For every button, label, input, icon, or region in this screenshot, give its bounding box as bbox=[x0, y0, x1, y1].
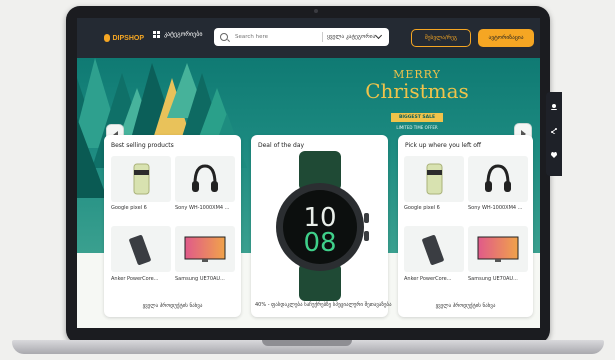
headphones-image bbox=[485, 164, 511, 192]
categories-button[interactable]: კატეგორიები bbox=[153, 31, 202, 38]
phone-image bbox=[133, 163, 150, 195]
tv-image bbox=[477, 236, 519, 262]
product-tile-anker-powercore[interactable] bbox=[111, 226, 171, 272]
logo-mark bbox=[104, 34, 111, 42]
phone-image bbox=[426, 163, 443, 195]
see-all-link[interactable]: ყველა პროდუქტის ნახვა bbox=[104, 303, 241, 309]
webcam bbox=[314, 9, 318, 13]
product-tile-sony-headphones[interactable] bbox=[468, 156, 528, 202]
product-label[interactable]: Anker PowerCore... bbox=[404, 276, 452, 282]
tv-image bbox=[184, 236, 226, 262]
best-selling-card: Best selling products Google pixel 6 Son… bbox=[104, 135, 241, 317]
deal-caption[interactable]: 40% - ფასდაკლება საჩუქრებზე სპეციალური შ… bbox=[255, 302, 392, 308]
logo[interactable]: DIPSHOP bbox=[104, 32, 144, 44]
deal-title: Deal of the day bbox=[258, 142, 305, 149]
screen: DIPSHOP კატეგორიები ყველა კატეგორია შესვ… bbox=[77, 18, 540, 328]
promo-badge: BIGGEST SALE bbox=[390, 113, 444, 122]
product-label[interactable]: Sony WH-1000XM4 ... bbox=[175, 205, 229, 211]
search-input[interactable] bbox=[233, 33, 322, 41]
product-label[interactable]: Anker PowerCore... bbox=[111, 276, 159, 282]
product-tile-sony-headphones[interactable] bbox=[175, 156, 235, 202]
chevron-down-icon[interactable] bbox=[374, 31, 383, 40]
powerbank-image bbox=[422, 235, 444, 265]
promo-title: Christmas bbox=[365, 79, 469, 103]
grid-icon bbox=[153, 31, 160, 38]
product-tile-google-pixel[interactable] bbox=[404, 156, 464, 202]
deal-of-the-day-card: Deal of the day 10 08 40% - ფასდაკლება ს… bbox=[251, 135, 392, 317]
search-category-select[interactable]: ყველა კატეგორია bbox=[327, 34, 376, 40]
christmas-promo[interactable]: MERRY Christmas BIGGEST SALE LIMITED TIM… bbox=[357, 68, 477, 130]
pick-up-title: Pick up where you left off bbox=[405, 142, 482, 149]
product-tile-samsung-tv[interactable] bbox=[175, 226, 235, 272]
search-icon bbox=[220, 33, 228, 41]
top-navigation: DIPSHOP კატეგორიები ყველა კატეგორია შესვ… bbox=[77, 18, 540, 58]
best-selling-title: Best selling products bbox=[111, 142, 174, 149]
product-label[interactable]: Google pixel 6 bbox=[111, 205, 147, 211]
login-button[interactable]: ავტორიზაცია bbox=[478, 29, 534, 47]
smartwatch-image[interactable]: 10 08 bbox=[251, 151, 388, 301]
product-tile-anker-powercore[interactable] bbox=[404, 226, 464, 272]
product-label[interactable]: Samsung UE70AU... bbox=[468, 276, 518, 282]
categories-label: კატეგორიები bbox=[164, 31, 203, 38]
product-label[interactable]: Sony WH-1000XM4 ... bbox=[468, 205, 522, 211]
search-divider bbox=[322, 32, 323, 42]
headphones-image bbox=[192, 164, 218, 192]
user-icon[interactable] bbox=[551, 104, 557, 110]
svg-text:08: 08 bbox=[303, 228, 336, 258]
share-icon[interactable] bbox=[551, 128, 557, 134]
promo-subtitle: LIMITED TIME OFFER bbox=[396, 125, 438, 130]
product-tile-samsung-tv[interactable] bbox=[468, 226, 528, 272]
laptop-notch bbox=[262, 340, 352, 346]
product-tile-google-pixel[interactable] bbox=[111, 156, 171, 202]
logo-text: DIPSHOP bbox=[112, 34, 144, 42]
heart-icon[interactable] bbox=[551, 152, 557, 158]
see-all-link[interactable]: ყველა პროდუქტის ნახვა bbox=[398, 303, 533, 309]
search-bar: ყველა კატეგორია bbox=[214, 28, 389, 46]
pick-up-card: Pick up where you left off Google pixel … bbox=[398, 135, 533, 317]
product-label[interactable]: Google pixel 6 bbox=[404, 205, 440, 211]
product-label[interactable]: Samsung UE70AU... bbox=[175, 276, 225, 282]
powerbank-image bbox=[129, 235, 151, 265]
register-button[interactable]: შესვლა/რეგ bbox=[411, 29, 471, 47]
floating-side-rail bbox=[546, 92, 562, 176]
